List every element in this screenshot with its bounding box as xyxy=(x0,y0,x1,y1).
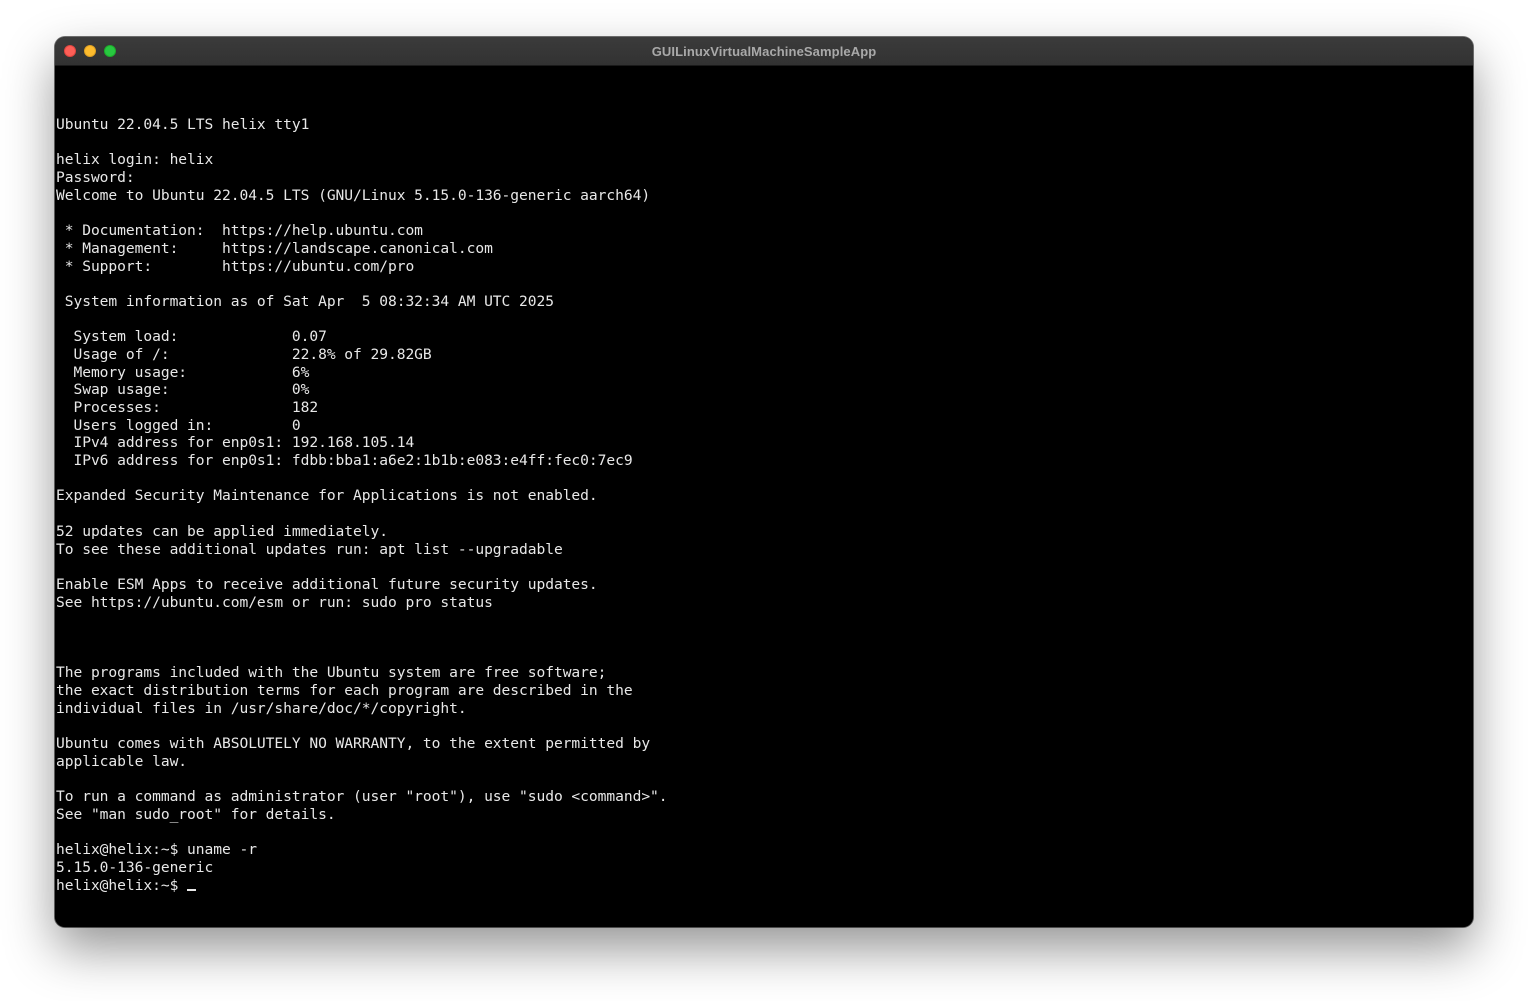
terminal-line: To run a command as administrator (user … xyxy=(56,788,668,806)
terminal-output: Ubuntu 22.04.5 LTS helix tty1 helix login… xyxy=(56,116,668,894)
title-bar[interactable]: GUILinuxVirtualMachineSampleApp xyxy=(55,37,1473,66)
terminal-line: The programs included with the Ubuntu sy… xyxy=(56,664,607,682)
shell-prompt: helix@helix:~$ xyxy=(56,876,188,894)
terminal-line: * Management: https://landscape.canonica… xyxy=(56,239,493,257)
terminal-line: 5.15.0-136-generic xyxy=(56,858,214,876)
terminal-line: Ubuntu comes with ABSOLUTELY NO WARRANTY… xyxy=(56,735,651,753)
terminal-line: applicable law. xyxy=(56,752,188,770)
terminal-line: helix@helix:~$ uname -r xyxy=(56,841,257,859)
terminal-line: To see these additional updates run: apt… xyxy=(56,540,563,558)
terminal-line: System load: 0.07 xyxy=(56,328,327,346)
terminal-line: Swap usage: 0% xyxy=(56,381,310,399)
terminal-line: * Support: https://ubuntu.com/pro xyxy=(56,257,415,275)
terminal-line: Password: xyxy=(56,169,135,187)
terminal-console[interactable]: Ubuntu 22.04.5 LTS helix tty1 helix login… xyxy=(55,66,1473,927)
terminal-line: Expanded Security Maintenance for Applic… xyxy=(56,487,598,505)
terminal-line: 52 updates can be applied immediately. xyxy=(56,522,388,540)
window-title: GUILinuxVirtualMachineSampleApp xyxy=(651,44,877,59)
terminal-line: IPv6 address for enp0s1: fdbb:bba1:a6e2:… xyxy=(56,452,633,470)
terminal-line: IPv4 address for enp0s1: 192.168.105.14 xyxy=(56,434,415,452)
terminal-line: See https://ubuntu.com/esm or run: sudo … xyxy=(56,593,493,611)
terminal-line: helix login: helix xyxy=(56,151,214,169)
terminal-line: Enable ESM Apps to receive additional fu… xyxy=(56,575,598,593)
terminal-line: * Documentation: https://help.ubuntu.com xyxy=(56,222,423,240)
terminal-line: Users logged in: 0 xyxy=(56,416,301,434)
terminal-line: Memory usage: 6% xyxy=(56,363,310,381)
terminal-line: the exact distribution terms for each pr… xyxy=(56,682,633,699)
terminal-line: System information as of Sat Apr 5 08:32… xyxy=(56,292,554,310)
terminal-line: Ubuntu 22.04.5 LTS helix tty1 xyxy=(56,116,310,133)
terminal-line: Welcome to Ubuntu 22.04.5 LTS (GNU/Linux… xyxy=(56,186,651,204)
terminal-prompt-line[interactable]: helix@helix:~$ xyxy=(56,877,668,895)
terminal-line: Processes: 182 xyxy=(56,399,319,416)
terminal-line: individual files in /usr/share/doc/*/cop… xyxy=(56,699,467,717)
vm-window: GUILinuxVirtualMachineSampleApp Ubuntu 2… xyxy=(55,37,1473,927)
terminal-line: See "man sudo_root" for details. xyxy=(56,805,336,823)
terminal-line: Usage of /: 22.8% of 29.82GB xyxy=(56,345,432,363)
text-cursor xyxy=(187,888,197,891)
